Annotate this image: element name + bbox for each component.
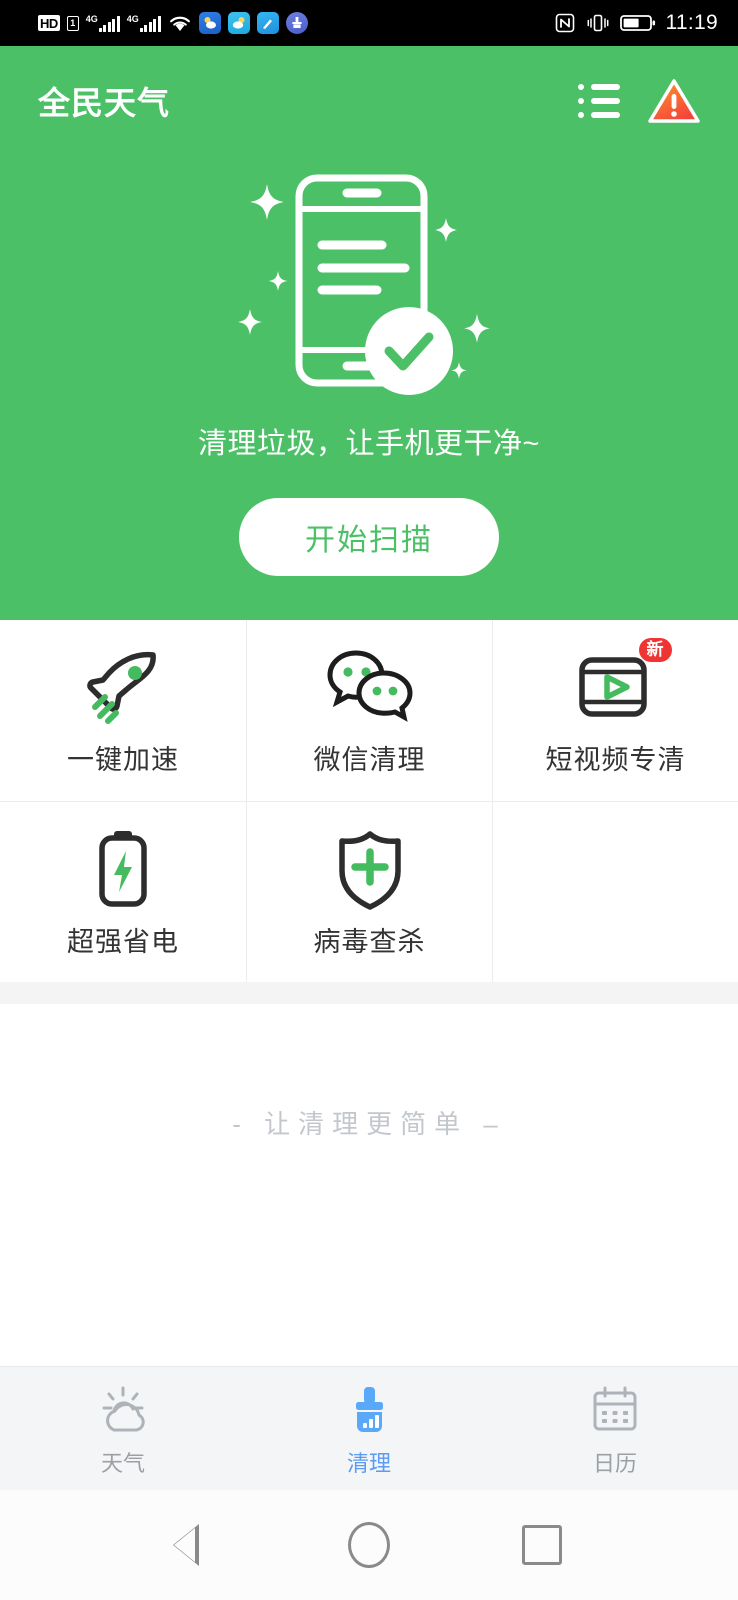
battery-icon xyxy=(619,15,655,31)
app-title: 全民天气 xyxy=(38,85,171,121)
weather-app-icon xyxy=(198,12,221,34)
rocket-icon xyxy=(81,644,165,730)
phone-clean-check-illustration xyxy=(219,166,519,396)
tab-clean[interactable]: 清理 xyxy=(246,1367,492,1490)
weather-app-icon-2 xyxy=(227,12,250,34)
signal-4g-icon-1: 4G xyxy=(86,14,120,32)
battery-bolt-icon xyxy=(92,826,154,912)
warning-triangle-icon[interactable] xyxy=(648,78,700,124)
hd-voice-icon: HD xyxy=(38,15,60,31)
feature-label: 一键加速 xyxy=(67,745,179,775)
back-triangle-icon[interactable] xyxy=(166,1515,226,1575)
section-divider xyxy=(0,982,738,1004)
feature-label: 短视频专清 xyxy=(545,745,686,775)
start-scan-button[interactable]: 开始扫描 xyxy=(239,498,499,576)
feature-power-saving[interactable]: 超强省电 xyxy=(0,801,246,982)
vibrate-icon xyxy=(587,14,608,32)
footer-slogan: - 让清理更简单 – xyxy=(232,1109,506,1139)
tools-app-icon xyxy=(256,12,279,34)
network-type-label-1: 4G xyxy=(85,14,98,24)
tab-label: 日历 xyxy=(592,1450,637,1476)
calendar-icon xyxy=(588,1380,642,1442)
android-navigation-bar xyxy=(0,1490,738,1600)
feature-grid: 一键加速 微信清理 新 短视频专清 超强省电 病毒查杀 xyxy=(0,620,738,982)
content-area: - 让清理更简单 – xyxy=(0,1004,738,1366)
app-bar: 全民天气 xyxy=(0,46,738,156)
home-circle-icon[interactable] xyxy=(339,1515,399,1575)
feature-label: 微信清理 xyxy=(313,745,426,775)
signal-4g-icon-2: 4G xyxy=(127,14,161,32)
network-type-label-2: 4G xyxy=(126,14,139,24)
feature-grid-row: 超强省电 病毒查杀 xyxy=(0,801,738,982)
weather-sun-cloud-icon xyxy=(93,1380,153,1442)
recents-square-icon[interactable] xyxy=(512,1515,572,1575)
status-bar-left: HD 1 4G 4G xyxy=(16,12,308,34)
feature-label: 病毒查杀 xyxy=(313,926,426,957)
status-bar: HD 1 4G 4G 11:19 xyxy=(0,0,738,46)
list-menu-icon[interactable] xyxy=(578,84,620,118)
feature-grid-empty-cell xyxy=(492,801,738,982)
feature-grid-row: 一键加速 微信清理 新 短视频专清 xyxy=(0,620,738,801)
hero-section: 全民天气 清理垃圾，让手机更干净~ 开始扫描 xyxy=(0,46,738,620)
nfc-icon xyxy=(555,13,574,33)
bottom-tab-bar: 天气 清理 日历 xyxy=(0,1366,738,1490)
video-player-icon: 新 xyxy=(576,638,672,730)
sim-card-icon: 1 xyxy=(66,15,79,31)
status-bar-clock: 11:19 xyxy=(665,11,718,34)
app-bar-actions xyxy=(578,78,700,124)
feature-label: 超强省电 xyxy=(67,926,179,957)
feature-virus-scan[interactable]: 病毒查杀 xyxy=(246,801,492,982)
feature-short-video-clean[interactable]: 新 短视频专清 xyxy=(492,620,738,801)
hero-tagline: 清理垃圾，让手机更干净~ xyxy=(198,428,540,460)
wifi-icon xyxy=(169,16,190,31)
shield-cross-icon xyxy=(332,826,408,912)
feature-one-key-boost[interactable]: 一键加速 xyxy=(0,620,246,801)
wechat-bubbles-icon xyxy=(324,644,416,730)
app-screen: HD 1 4G 4G 11:19 全民天气 清理垃圾，让手机更干净~ 开始扫描 … xyxy=(0,0,738,1600)
feature-wechat-clean[interactable]: 微信清理 xyxy=(246,620,492,801)
cleaner-app-icon xyxy=(285,12,308,34)
new-badge: 新 xyxy=(638,638,672,662)
status-bar-right: 11:19 xyxy=(554,11,723,35)
broom-clean-icon xyxy=(341,1380,397,1442)
tab-weather[interactable]: 天气 xyxy=(0,1367,246,1490)
tab-label: 清理 xyxy=(346,1450,391,1476)
tab-calendar[interactable]: 日历 xyxy=(492,1367,738,1490)
tab-label: 天气 xyxy=(100,1450,145,1476)
